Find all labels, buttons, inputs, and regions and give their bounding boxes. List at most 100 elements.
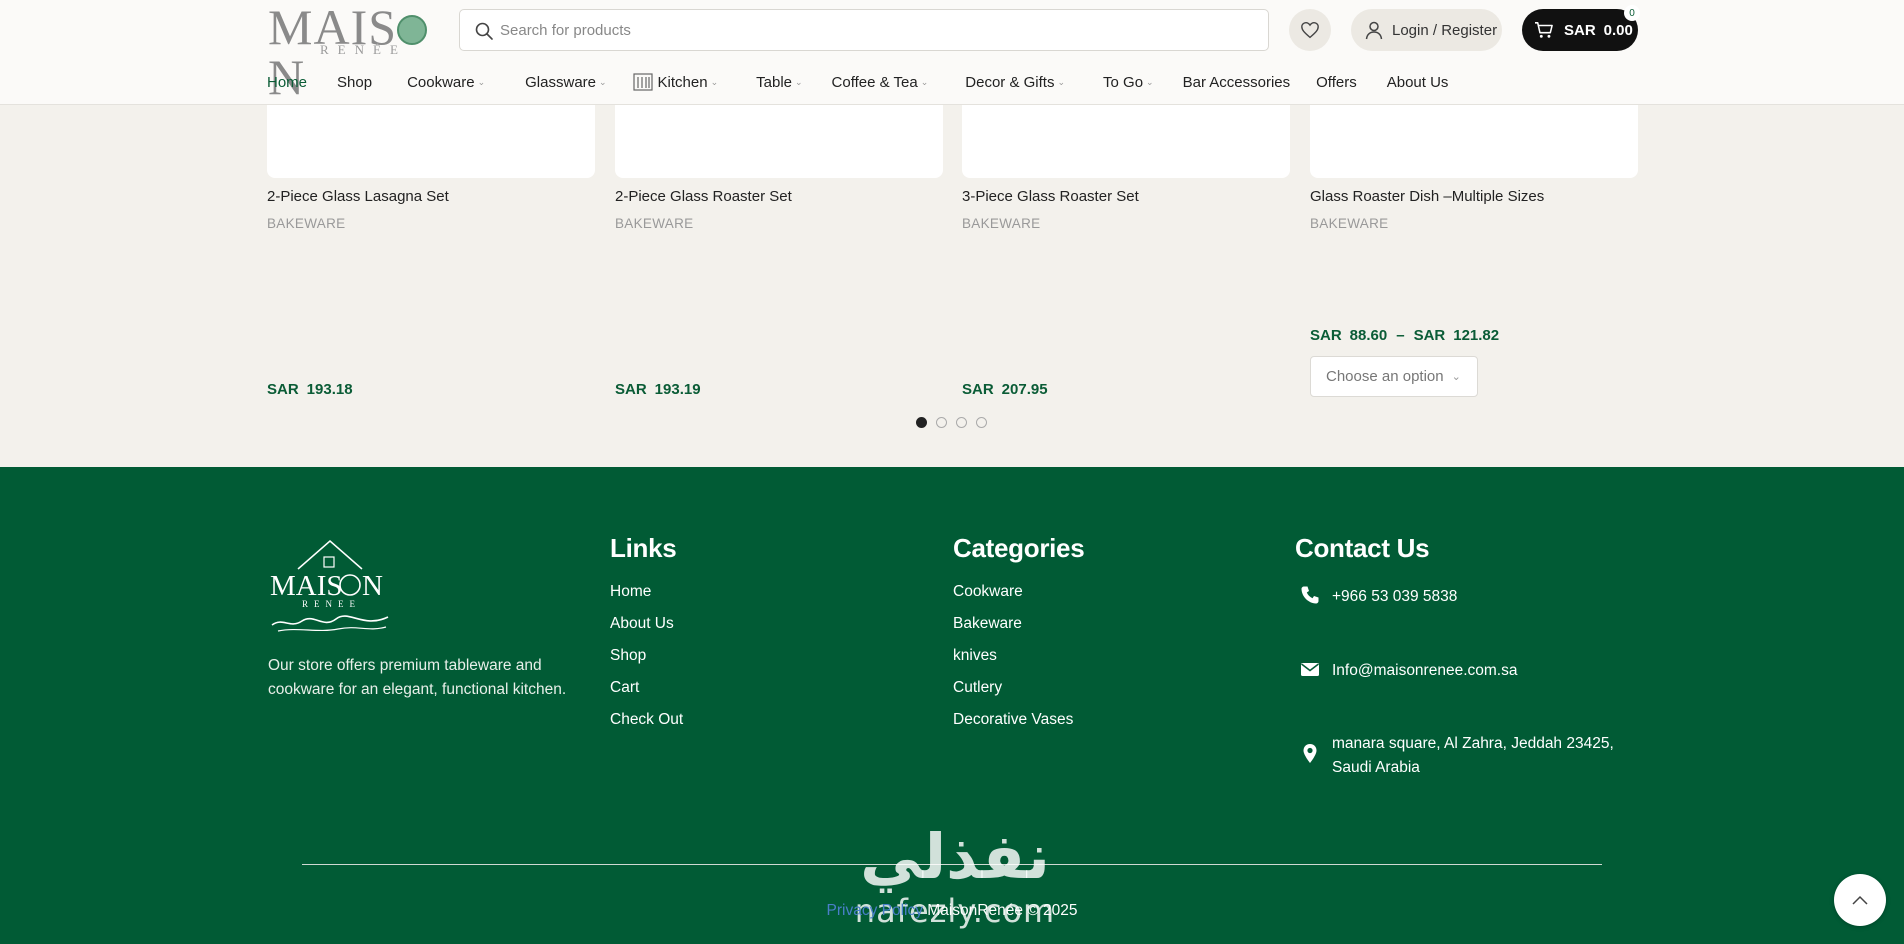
- location-pin-icon: [1300, 732, 1320, 770]
- nav-item-coffee-tea[interactable]: Coffee & Tea⌄: [832, 74, 929, 91]
- product-category[interactable]: BAKEWARE: [267, 216, 345, 231]
- scroll-to-top-button[interactable]: [1834, 874, 1886, 926]
- nav-label: Offers: [1316, 74, 1357, 91]
- watermark-arabic: نفذلي: [830, 822, 1080, 892]
- nav-item-about-us[interactable]: About Us: [1387, 74, 1449, 91]
- nav-item-to-go[interactable]: To Go⌄: [1103, 74, 1154, 91]
- chevron-down-icon: ⌄: [478, 77, 486, 88]
- nav-item-decor-gifts[interactable]: Decor & Gifts⌄: [965, 74, 1065, 91]
- copyright-text: MaisonRenée © 2025: [923, 902, 1077, 919]
- contact-email-text: Info@maisonrenee.com.sa: [1332, 659, 1517, 683]
- cart-count-badge: 0: [1624, 5, 1640, 21]
- heart-icon: [1300, 21, 1320, 39]
- chevron-down-icon: ⌄: [599, 77, 607, 88]
- footer-link-cart[interactable]: Cart: [610, 678, 683, 710]
- chevron-down-icon: ⌄: [1057, 77, 1065, 88]
- carousel-dot[interactable]: [916, 417, 927, 428]
- price-currency: SAR: [962, 381, 994, 398]
- chevron-down-icon: ⌄: [711, 77, 719, 88]
- cart-button[interactable]: SAR 0.00 0: [1522, 9, 1638, 51]
- cart-icon: [1534, 21, 1554, 39]
- envelope-icon: [1300, 659, 1320, 679]
- address-line: manara square, Al Zahra, Jeddah 23425,: [1332, 732, 1614, 756]
- contact-address: manara square, Al Zahra, Jeddah 23425, S…: [1300, 732, 1614, 780]
- chevron-down-icon: ⌄: [1452, 370, 1461, 383]
- search-icon[interactable]: [474, 21, 494, 41]
- contact-email[interactable]: Info@maisonrenee.com.sa: [1300, 659, 1517, 683]
- svg-text:MAIS: MAIS: [270, 570, 343, 602]
- footer-contact-column: Contact Us: [1295, 533, 1429, 582]
- contact-phone-text: +966 53 039 5838: [1332, 585, 1457, 609]
- product-category[interactable]: BAKEWARE: [962, 216, 1040, 231]
- contact-address-text: manara square, Al Zahra, Jeddah 23425, S…: [1332, 732, 1614, 780]
- product-category[interactable]: BAKEWARE: [615, 216, 693, 231]
- site-logo[interactable]: MAISN RENÉE: [268, 2, 443, 58]
- search-input[interactable]: [500, 14, 1240, 46]
- nav-label: Table: [756, 74, 792, 91]
- svg-text:RENEE: RENEE: [302, 599, 361, 609]
- footer-category-cookware[interactable]: Cookware: [953, 582, 1084, 614]
- footer-category-knives[interactable]: knives: [953, 646, 1084, 678]
- nav-label: To Go: [1103, 74, 1143, 91]
- carousel-dot[interactable]: [936, 417, 947, 428]
- footer-category-bakeware[interactable]: Bakeware: [953, 614, 1084, 646]
- product-price: SAR 193.18: [267, 381, 353, 398]
- product-name[interactable]: Glass Roaster Dish –Multiple Sizes: [1310, 188, 1544, 205]
- nav-item-shop[interactable]: Shop: [337, 74, 372, 91]
- footer-about-text: Our store offers premium tableware and c…: [268, 654, 603, 702]
- phone-icon: [1300, 585, 1320, 605]
- nav-label: Cookware: [407, 74, 475, 91]
- carousel-pagination: [916, 417, 996, 428]
- product-price: SAR193.19: [615, 381, 701, 398]
- chevron-down-icon: ⌄: [1146, 77, 1154, 88]
- login-label: Login / Register: [1392, 22, 1497, 39]
- nav-item-glassware[interactable]: Glassware⌄: [525, 74, 606, 91]
- footer-logo[interactable]: MAIS N RENEE: [268, 537, 393, 637]
- price-max: 121.82: [1453, 327, 1499, 344]
- footer-link-shop[interactable]: Shop: [610, 646, 683, 678]
- price-min: 88.60: [1350, 327, 1388, 344]
- price-currency: SAR: [267, 381, 299, 398]
- nav-item-offers[interactable]: Offers: [1316, 74, 1357, 91]
- cart-currency: SAR: [1564, 22, 1596, 39]
- price-currency: SAR: [1310, 327, 1342, 344]
- nav-item-cookware[interactable]: Cookware⌄: [407, 74, 485, 91]
- wishlist-button[interactable]: [1289, 9, 1331, 51]
- nav-label: About Us: [1387, 74, 1449, 91]
- address-line: Saudi Arabia: [1332, 756, 1614, 780]
- search-bar: [459, 9, 1269, 51]
- footer-category-decorative-vases[interactable]: Decorative Vases: [953, 710, 1084, 742]
- variant-select-label: Choose an option: [1326, 368, 1444, 385]
- logo-o-mark: [397, 15, 427, 45]
- footer-links-title: Links: [610, 533, 683, 564]
- product-category[interactable]: BAKEWARE: [1310, 216, 1388, 231]
- nav-label: Bar Accessories: [1183, 74, 1291, 91]
- chevron-down-icon: ⌄: [795, 77, 803, 88]
- variant-select[interactable]: Choose an option ⌄: [1310, 356, 1478, 397]
- product-name[interactable]: 2-Piece Glass Lasagna Set: [267, 188, 449, 205]
- price-value: 193.19: [655, 381, 701, 398]
- login-register-button[interactable]: Login / Register: [1351, 9, 1502, 51]
- product-name[interactable]: 3-Piece Glass Roaster Set: [962, 188, 1139, 205]
- nav-item-bar-accessories[interactable]: Bar Accessories: [1183, 74, 1291, 91]
- nav-item-table[interactable]: Table⌄: [756, 74, 802, 91]
- footer-link-check-out[interactable]: Check Out: [610, 710, 683, 742]
- privacy-policy-link[interactable]: Privacy Policy: [827, 902, 923, 919]
- footer-links-column: Links Home About Us Shop Cart Check Out: [610, 533, 683, 742]
- logo-subtitle: RENÉE: [320, 42, 407, 58]
- footer-link-home[interactable]: Home: [610, 582, 683, 614]
- footer-link-about-us[interactable]: About Us: [610, 614, 683, 646]
- contact-phone[interactable]: +966 53 039 5838: [1300, 585, 1457, 609]
- nafezly-watermark: نفذلي nafezly.com: [830, 822, 1080, 942]
- product-name[interactable]: 2-Piece Glass Roaster Set: [615, 188, 792, 205]
- chevron-down-icon: ⌄: [921, 77, 929, 88]
- footer-category-cutlery[interactable]: Cutlery: [953, 678, 1084, 710]
- nav-item-kitchen[interactable]: Kitchen⌄: [633, 73, 719, 91]
- price-value: 193.18: [307, 381, 353, 398]
- carousel-dot[interactable]: [976, 417, 987, 428]
- carousel-dot[interactable]: [956, 417, 967, 428]
- main-nav: Home Shop Cookware⌄ Glassware⌄ Kitchen⌄ …: [267, 70, 1448, 94]
- nav-item-home[interactable]: Home: [267, 74, 307, 91]
- footer-contact-title: Contact Us: [1295, 533, 1429, 564]
- price-value: 207.95: [1002, 381, 1048, 398]
